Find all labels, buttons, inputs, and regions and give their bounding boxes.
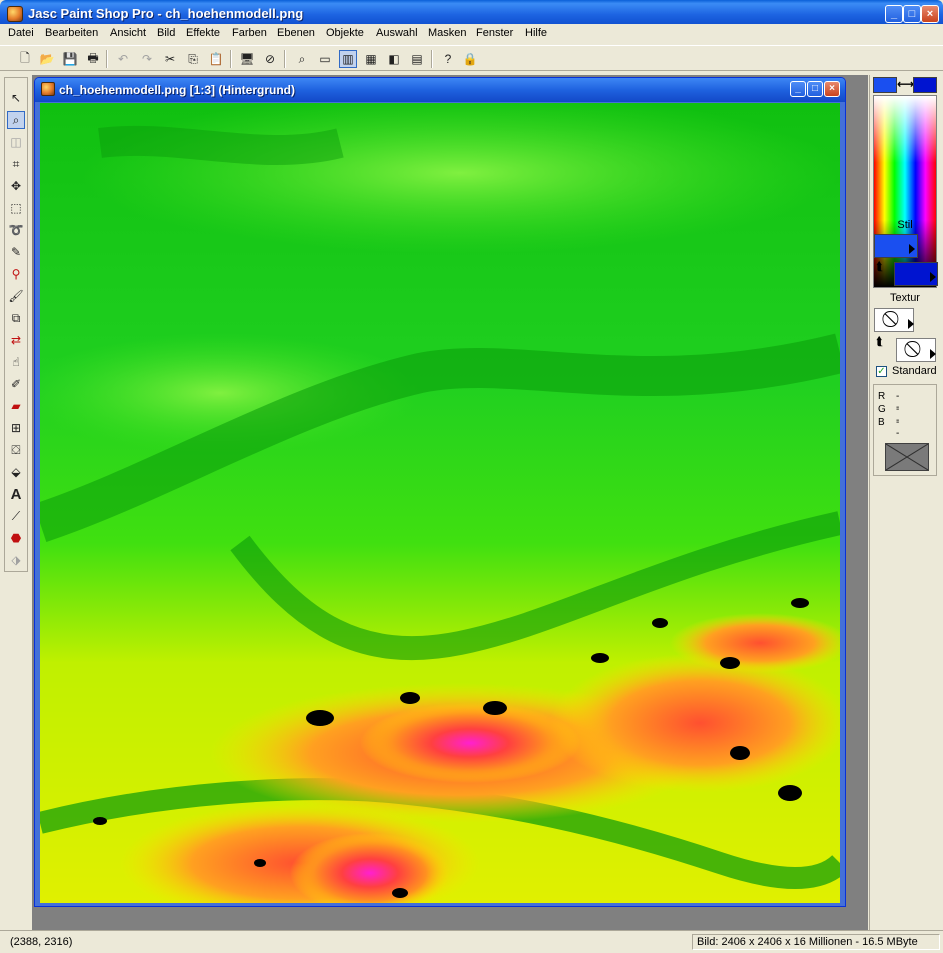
- document-title-bar: ch_hoehenmodell.png [1:3] (Hintergrund) …: [35, 78, 845, 102]
- foreground-swatch[interactable]: [873, 77, 897, 93]
- line-tool-icon[interactable]: ⟋: [7, 507, 25, 525]
- dropper-tool-icon[interactable]: ⚲: [7, 265, 25, 283]
- menu-ansicht[interactable]: Ansicht: [110, 27, 146, 39]
- save-icon[interactable]: 💾: [61, 50, 79, 68]
- app-icon[interactable]: [7, 6, 23, 22]
- menu-auswahl[interactable]: Auswahl: [376, 27, 418, 39]
- vector-tool-icon[interactable]: ⬗: [7, 551, 25, 569]
- background-texture-dropdown-icon[interactable]: [930, 349, 936, 359]
- menu-fenster[interactable]: Fenster: [476, 27, 513, 39]
- undo-icon[interactable]: ↶: [114, 50, 132, 68]
- main-toolbar: 🗋 📂 💾 🖶 ↶ ↷ ✂ ⎘ 📋 🖥 ⊘ ⌕ ▭ ▥ ▦ ◧ ▤ ? 🔒: [0, 45, 943, 71]
- shape-tool-icon[interactable]: ⬣: [7, 529, 25, 547]
- menu-ebenen[interactable]: Ebenen: [277, 27, 315, 39]
- menu-effekte[interactable]: Effekte: [186, 27, 220, 39]
- stil-label: Stil: [897, 219, 913, 231]
- document-icon[interactable]: [41, 82, 55, 96]
- toolbar-separator: [106, 50, 108, 68]
- print-icon[interactable]: 🖶: [84, 50, 102, 68]
- browse-icon[interactable]: 🖥: [238, 50, 256, 68]
- menu-hilfe[interactable]: Hilfe: [525, 27, 547, 39]
- menu-objekte[interactable]: Objekte: [326, 27, 364, 39]
- redo-icon[interactable]: ↷: [138, 50, 156, 68]
- standard-label: Standard: [892, 365, 937, 377]
- cursor-coordinates: (2388, 2316): [10, 936, 73, 948]
- overview-icon[interactable]: ▭: [316, 50, 334, 68]
- copy-icon[interactable]: ⎘: [184, 50, 202, 68]
- text-tool-icon[interactable]: A: [7, 485, 25, 503]
- close-button[interactable]: ×: [921, 5, 939, 23]
- retouch-tool-icon[interactable]: ☝: [7, 353, 25, 371]
- menu-bar: Datei Bearbeiten Ansicht Bild Effekte Fa…: [0, 24, 943, 44]
- arrow-tool-icon[interactable]: ↖: [7, 89, 25, 107]
- scratch-tool-icon[interactable]: ✐: [7, 375, 25, 393]
- layers-icon[interactable]: ▦: [362, 50, 380, 68]
- maximize-button[interactable]: □: [903, 5, 921, 23]
- zoom-icon[interactable]: ⌕: [293, 50, 311, 68]
- document-window: ch_hoehenmodell.png [1:3] (Hintergrund) …: [34, 77, 846, 907]
- swap-colors-icon[interactable]: ⟷: [897, 77, 914, 93]
- g-label: G: [878, 404, 886, 415]
- doc-close-button[interactable]: ×: [824, 81, 840, 97]
- swap-style-icon[interactable]: ⮬: [876, 259, 883, 274]
- minimize-button[interactable]: _: [885, 5, 903, 23]
- rgb-info-panel: R -- G -- B --: [873, 384, 937, 476]
- picture-tube-tool-icon[interactable]: ⊞: [7, 419, 25, 437]
- elevation-map-image: [40, 103, 840, 903]
- doc-minimize-button[interactable]: _: [790, 81, 806, 97]
- foreground-style-dropdown-icon[interactable]: [909, 244, 915, 254]
- background-style-dropdown-icon[interactable]: [930, 272, 936, 282]
- deform-tool-icon[interactable]: ◫: [7, 133, 25, 151]
- empty-preview-icon: [885, 443, 929, 471]
- toolbar-separator: [230, 50, 232, 68]
- color-replace-tool-icon[interactable]: ⇄: [7, 331, 25, 349]
- image-info: Bild: 2406 x 2406 x 16 Millionen - 16.5 …: [692, 934, 940, 950]
- histogram-icon[interactable]: ▥: [339, 50, 357, 68]
- menu-masken[interactable]: Masken: [428, 27, 467, 39]
- status-bar: (2388, 2316) Bild: 2406 x 2406 x 16 Mill…: [0, 930, 943, 953]
- pen-tool-icon[interactable]: ✎: [7, 243, 25, 261]
- background-swatch[interactable]: [913, 77, 937, 93]
- no-icon[interactable]: ⊘: [261, 50, 279, 68]
- doc-maximize-button[interactable]: □: [807, 81, 823, 97]
- crop-tool-icon[interactable]: ⌗: [7, 155, 25, 173]
- selection-tool-icon[interactable]: ⬚: [7, 199, 25, 217]
- image-canvas[interactable]: [40, 103, 840, 903]
- lasso-tool-icon[interactable]: ➰: [7, 221, 25, 239]
- b-value: --: [896, 417, 900, 439]
- swap-texture-icon[interactable]: ⮬: [876, 334, 883, 349]
- eraser-tool-icon[interactable]: ▰: [7, 397, 25, 415]
- menu-datei[interactable]: Datei: [8, 27, 34, 39]
- color-preview-box: [885, 443, 929, 471]
- clone-tool-icon[interactable]: ⧉: [7, 309, 25, 327]
- open-folder-icon[interactable]: 📂: [38, 50, 56, 68]
- document-title: ch_hoehenmodell.png [1:3] (Hintergrund): [59, 83, 295, 97]
- app-title: Jasc Paint Shop Pro - ch_hoehenmodell.pn…: [28, 6, 304, 21]
- r-label: R: [878, 391, 886, 402]
- color-palette-icon[interactable]: ◧: [385, 50, 403, 68]
- toolbar-separator: [431, 50, 433, 68]
- fill-tool-icon[interactable]: ⬙: [7, 463, 25, 481]
- help-icon[interactable]: ?: [439, 50, 457, 68]
- tool-palette: ↖ ⌕ ◫ ⌗ ✥ ⬚ ➰ ✎ ⚲ 🖌 ⧉ ⇄ ☝ ✐ ▰ ⊞ ⛋ ⬙ A ⟋ …: [4, 77, 28, 572]
- menu-farben[interactable]: Farben: [232, 27, 267, 39]
- window-icon[interactable]: ▤: [408, 50, 426, 68]
- toolbar-separator: [284, 50, 286, 68]
- new-file-icon[interactable]: 🗋: [16, 50, 34, 68]
- foreground-texture-dropdown-icon[interactable]: [908, 319, 914, 329]
- cut-icon[interactable]: ✂: [161, 50, 179, 68]
- move-tool-icon[interactable]: ✥: [7, 177, 25, 195]
- menu-bild[interactable]: Bild: [157, 27, 175, 39]
- airbrush-tool-icon[interactable]: ⛋: [7, 441, 25, 459]
- zoom-tool-icon[interactable]: ⌕: [7, 111, 25, 129]
- paste-icon[interactable]: 📋: [207, 50, 225, 68]
- brush-tool-icon[interactable]: 🖌: [7, 287, 25, 305]
- menu-bearbeiten[interactable]: Bearbeiten: [45, 27, 98, 39]
- color-palette-panel: ⟷ Stil ⮬ Textur ⃠ ⮬ ⃠ ✓ Standard R-- G--…: [869, 75, 941, 930]
- textur-label: Textur: [890, 292, 920, 304]
- standard-checkbox[interactable]: ✓: [876, 366, 887, 377]
- b-label: B: [878, 417, 885, 428]
- lock-icon[interactable]: 🔒: [461, 50, 479, 68]
